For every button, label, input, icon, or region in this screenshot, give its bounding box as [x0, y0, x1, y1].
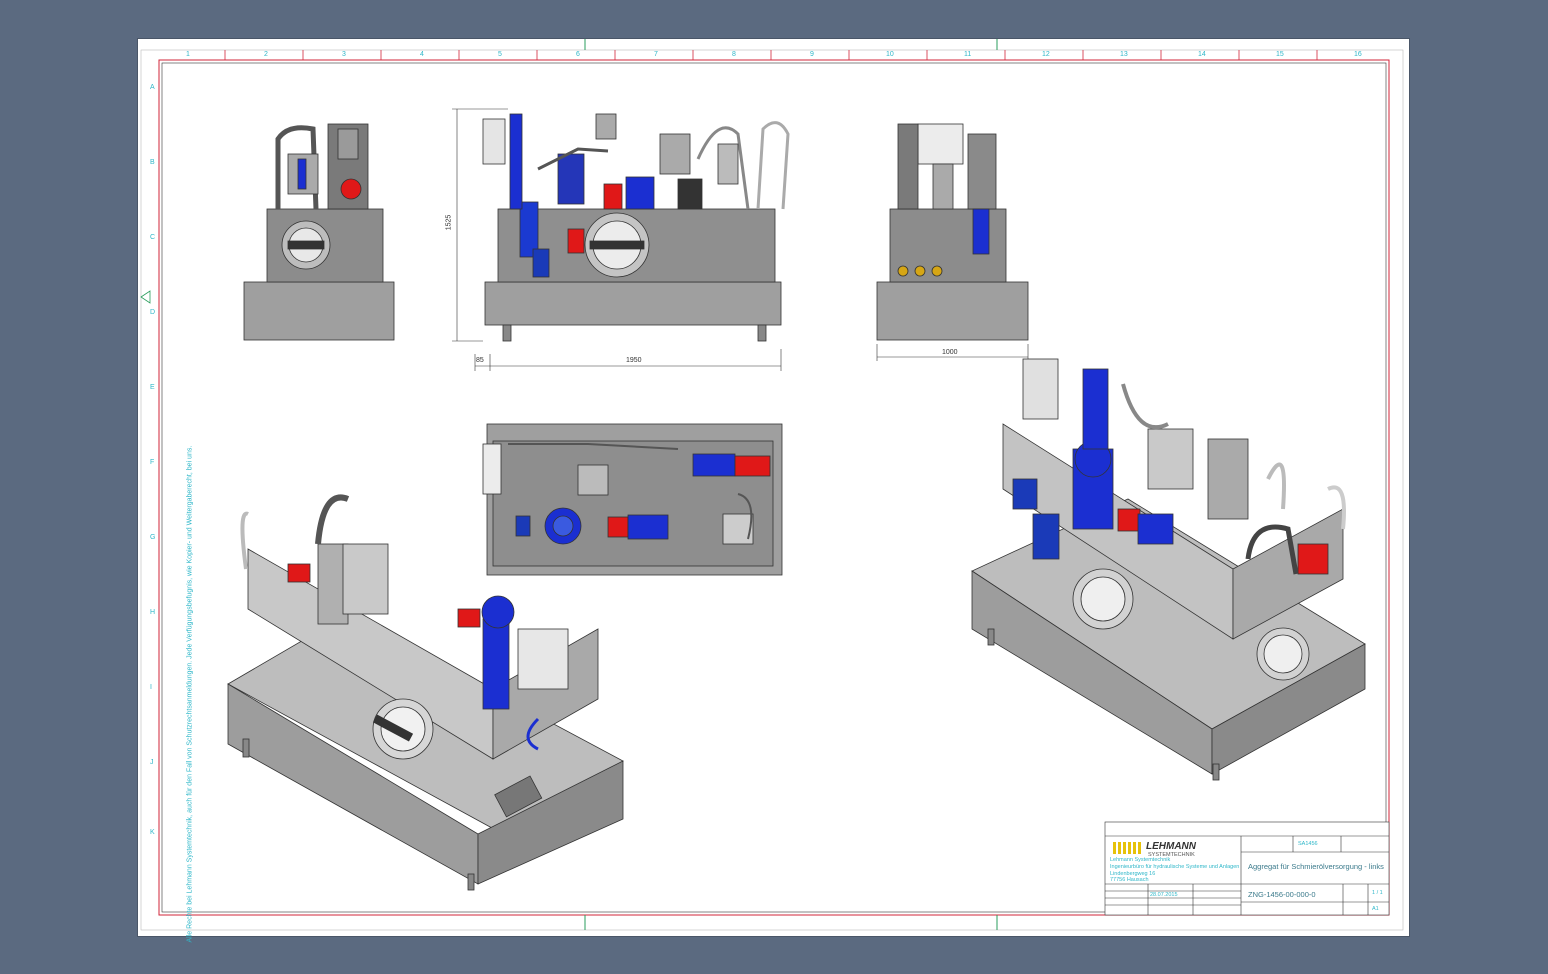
zone-label: 14 — [1198, 51, 1206, 58]
zone-label: 9 — [810, 51, 814, 58]
dimension-offset: 85 — [476, 357, 484, 364]
zone-label: E — [150, 384, 155, 391]
sheet-number: 1 / 1 — [1372, 890, 1383, 896]
zone-label: 8 — [732, 51, 736, 58]
side-view-right — [876, 123, 1029, 341]
zone-label: 1 — [186, 51, 190, 58]
company-line: Ingenieurbüro für hydraulische Systeme u… — [1110, 864, 1240, 870]
drawing-date: 28.07.2015 — [1150, 892, 1178, 898]
paper-format: A1 — [1372, 906, 1379, 912]
zone-label: 16 — [1354, 51, 1362, 58]
drawing-title: Aggregat für Schmierölversorgung - links — [1248, 862, 1384, 871]
zone-label: 11 — [964, 51, 972, 58]
zone-label: 7 — [654, 51, 658, 58]
side-view-left — [243, 123, 395, 341]
zone-label: A — [150, 84, 155, 91]
zone-label: H — [150, 609, 156, 616]
zone-label: 12 — [1042, 51, 1050, 58]
zone-label: 3 — [342, 51, 346, 58]
order-number: SA1456 — [1298, 841, 1318, 847]
zone-label: F — [150, 459, 155, 466]
front-view — [482, 113, 790, 342]
dimension-length: 1950 — [626, 357, 642, 364]
drawing-sheet: 1 2 3 4 5 6 7 8 9 10 11 12 13 14 15 16 A… — [138, 39, 1409, 943]
drawing-number: ZNG-1456-00-000-0 — [1248, 890, 1316, 899]
zone-label: J — [150, 759, 154, 766]
iso-view-right — [971, 358, 1366, 781]
zone-label: C — [150, 234, 156, 241]
zone-label: K — [150, 829, 155, 836]
zone-label: G — [150, 534, 156, 541]
zone-label: 15 — [1276, 51, 1284, 58]
zone-label: D — [150, 309, 156, 316]
logo-name: LEHMANN — [1146, 841, 1196, 852]
zone-label: 6 — [576, 51, 580, 58]
zone-label: 4 — [420, 51, 424, 58]
company-name: Lehmann Systemtechnik — [1110, 857, 1171, 863]
zone-label: 2 — [264, 51, 268, 58]
copyright-notice: Alle Rechte bei Lehmann Systemtechnik, a… — [186, 445, 194, 943]
zone-label: 10 — [886, 51, 894, 58]
dimension-width: 1000 — [942, 349, 958, 356]
drawing-canvas — [140, 39, 1404, 931]
top-view — [482, 423, 783, 576]
company-line: 77756 Hausach — [1110, 877, 1149, 883]
dimension-height: 1525 — [445, 214, 453, 231]
zone-label: I — [150, 684, 152, 691]
zone-label: 13 — [1120, 51, 1128, 58]
zone-label: B — [150, 159, 155, 166]
zone-label: 5 — [498, 51, 502, 58]
